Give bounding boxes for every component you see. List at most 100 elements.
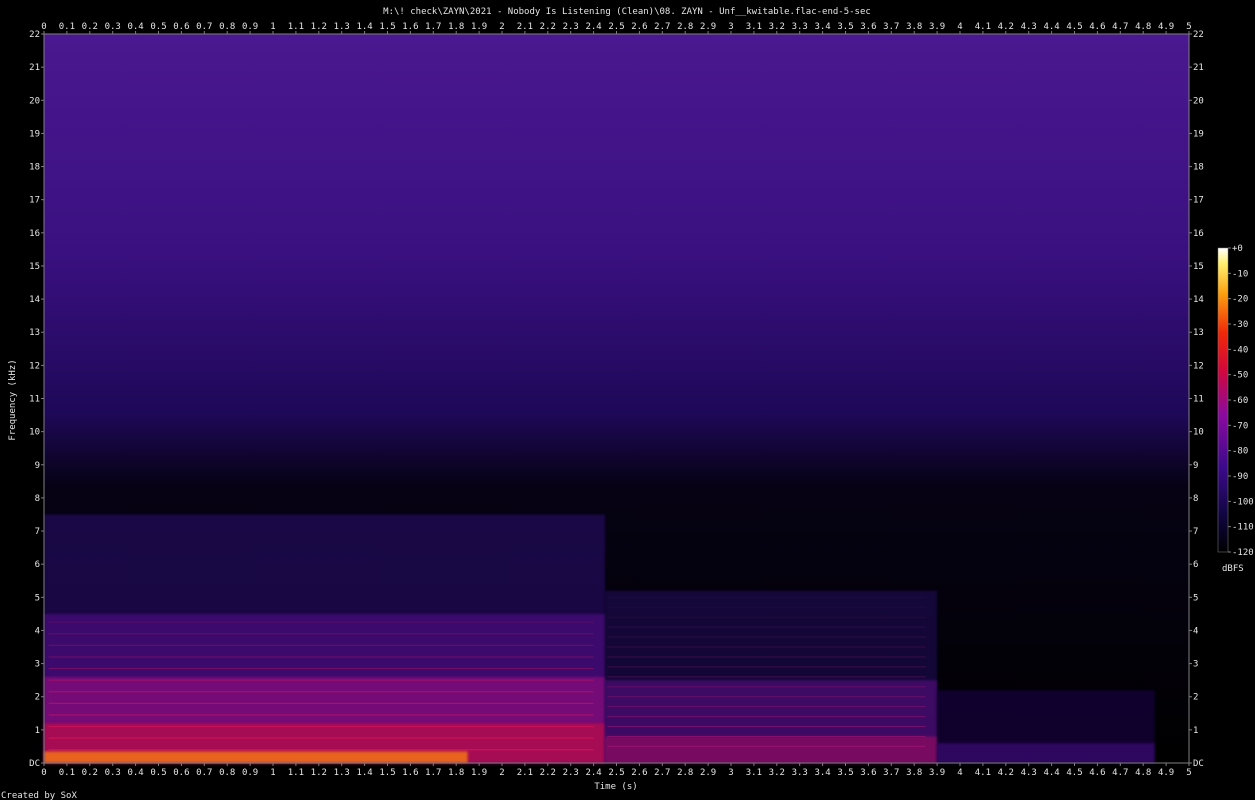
x-tick-label-bottom: 3.3: [792, 768, 808, 778]
x-tick-label-bottom: 2.5: [608, 768, 624, 778]
y-tick-label-left: 15: [29, 262, 40, 272]
x-tick-label-bottom: 4: [957, 768, 962, 778]
x-tick-label-bottom: 4.4: [1043, 768, 1059, 778]
y-tick-label-right: 11: [1193, 395, 1204, 405]
x-tick-label-bottom: 2.2: [540, 768, 556, 778]
x-tick-label-top: 0.5: [150, 22, 166, 32]
colorbar-ticks: +0 -10 -20 -30 -40 -50 -60 -70 -80 -90 -100 -110 -12…: [1228, 244, 1254, 558]
y-tick-label-right: 3: [1193, 660, 1198, 670]
y-tick-label-right: 13: [1193, 328, 1204, 338]
y-tick-label-left: 14: [29, 295, 40, 305]
y-tick-label-left: 8: [35, 494, 40, 504]
x-tick-label-top: 4.6: [1089, 22, 1105, 32]
x-tick-label-bottom: 2.9: [700, 768, 716, 778]
y-tick-label-left: 22: [29, 30, 40, 40]
y-tick-label-right: 22: [1193, 30, 1204, 40]
x-tick-label-top: 3.9: [929, 22, 945, 32]
colorbar-tick-label: -30: [1232, 320, 1248, 330]
x-tick-label-bottom: 4.8: [1135, 768, 1151, 778]
x-tick-label-top: 1.9: [471, 22, 487, 32]
x-tick-label-bottom: 1.1: [288, 768, 304, 778]
y-tick-label-left: 3: [35, 660, 40, 670]
x-tick-label-bottom: 4.2: [998, 768, 1014, 778]
x-tick-label-top: 2: [499, 22, 504, 32]
energy-region: [937, 743, 1155, 763]
colorbar-label: dBFS: [1222, 564, 1244, 574]
x-tick-label-top: 1.3: [334, 22, 350, 32]
x-axis-label: Time (s): [594, 782, 637, 792]
y-tick-label-right: 5: [1193, 593, 1198, 603]
x-tick-label-top: 2.8: [677, 22, 693, 32]
x-tick-label-bottom: 0.7: [196, 768, 212, 778]
x-tick-label-top: 4.1: [975, 22, 991, 32]
x-tick-label-bottom: 0.2: [82, 768, 98, 778]
x-tick-label-top: 1.6: [402, 22, 418, 32]
y-tick-label-left: 9: [35, 461, 40, 471]
colorbar-tick-label: -110: [1232, 523, 1254, 533]
x-tick-label-top: 1.2: [311, 22, 327, 32]
x-tick-label-top: 4.4: [1043, 22, 1059, 32]
x-tick-label-top: 0.1: [59, 22, 75, 32]
y-tick-label-left: 6: [35, 560, 40, 570]
x-tick-label-top: 0.7: [196, 22, 212, 32]
colorbar-tick-label: +0: [1232, 244, 1243, 254]
x-tick-label-top: 3.5: [837, 22, 853, 32]
colorbar-tick-label: -40: [1232, 345, 1248, 355]
x-tick-label-bottom: 0.6: [173, 768, 189, 778]
x-tick-label-bottom: 0.8: [219, 768, 235, 778]
x-tick-label-top: 3.1: [746, 22, 762, 32]
colorbar-tick-label: -80: [1232, 447, 1248, 457]
chart-title: M:\! check\ZAYN\2021 - Nobody Is Listeni…: [383, 7, 871, 17]
x-tick-label-top: 3.8: [906, 22, 922, 32]
colorbar-tick-label: -120: [1232, 548, 1254, 558]
x-tick-label-top: 3.3: [792, 22, 808, 32]
y-tick-label-left: 11: [29, 395, 40, 405]
x-tick-label-bottom: 2.1: [517, 768, 533, 778]
y-tick-label-left: 2: [35, 693, 40, 703]
colorbar-tick-label: -60: [1232, 396, 1248, 406]
x-tick-label-top: 2.4: [585, 22, 601, 32]
x-tick-label-top: 0.3: [105, 22, 121, 32]
y-tick-label-right: 17: [1193, 196, 1204, 206]
footer-credit: Created by SoX: [1, 791, 77, 800]
x-tick-label-bottom: 1.5: [379, 768, 395, 778]
x-tick-label-bottom: 0.1: [59, 768, 75, 778]
x-tick-label-bottom: 3.6: [860, 768, 876, 778]
x-tick-label-top: 3.4: [814, 22, 830, 32]
y-tick-label-right: DC: [1193, 759, 1204, 769]
y-tick-label-left: 12: [29, 361, 40, 371]
y-tick-label-right: 16: [1193, 229, 1204, 239]
x-tick-label-bottom: 1.3: [334, 768, 350, 778]
x-tick-label-bottom: 2: [499, 768, 504, 778]
y-tick-label-left: 20: [29, 96, 40, 106]
x-tick-label-bottom: 1.6: [402, 768, 418, 778]
x-tick-label-top: 2.3: [563, 22, 579, 32]
y-tick-label-right: 18: [1193, 163, 1204, 173]
x-tick-label-bottom: 3.2: [769, 768, 785, 778]
x-tick-label-bottom: 0.9: [242, 768, 258, 778]
x-tick-label-bottom: 4.1: [975, 768, 991, 778]
y-axis-right-ticks: DC12345678910111213141516171819202122: [1189, 30, 1204, 769]
x-tick-label-top: 0.8: [219, 22, 235, 32]
x-tick-label-bottom: 4.6: [1089, 768, 1105, 778]
colorbar-tick-label: -70: [1232, 421, 1248, 431]
x-tick-label-top: 2.6: [631, 22, 647, 32]
x-axis-top-ticks: 0 0.1 0.2 0.3 0.4 0.5 0.6 0.7 0.8 0.9 1 1.1 1.2 1.3 1.…: [41, 22, 1192, 34]
y-tick-label-left: DC: [29, 759, 40, 769]
x-tick-label-bottom: 1.2: [311, 768, 327, 778]
dc-hot-band: [44, 751, 468, 763]
y-tick-label-left: 17: [29, 196, 40, 206]
x-tick-label-bottom: 2.8: [677, 768, 693, 778]
y-tick-label-right: 15: [1193, 262, 1204, 272]
x-tick-label-bottom: 3: [728, 768, 733, 778]
x-tick-label-top: 2.2: [540, 22, 556, 32]
colorbar-tick-label: -10: [1232, 269, 1248, 279]
colorbar: +0 -10 -20 -30 -40 -50 -60 -70 -80 -90 -100 -110 -12…: [1217, 244, 1254, 574]
x-tick-label-top: 3: [728, 22, 733, 32]
x-tick-label-bottom: 2.6: [631, 768, 647, 778]
y-tick-label-right: 6: [1193, 560, 1198, 570]
x-tick-label-top: 4.2: [998, 22, 1014, 32]
spectrogram-plot: [43, 33, 1190, 764]
x-tick-label-top: 0.9: [242, 22, 258, 32]
colorbar-tick-label: -50: [1232, 371, 1248, 381]
